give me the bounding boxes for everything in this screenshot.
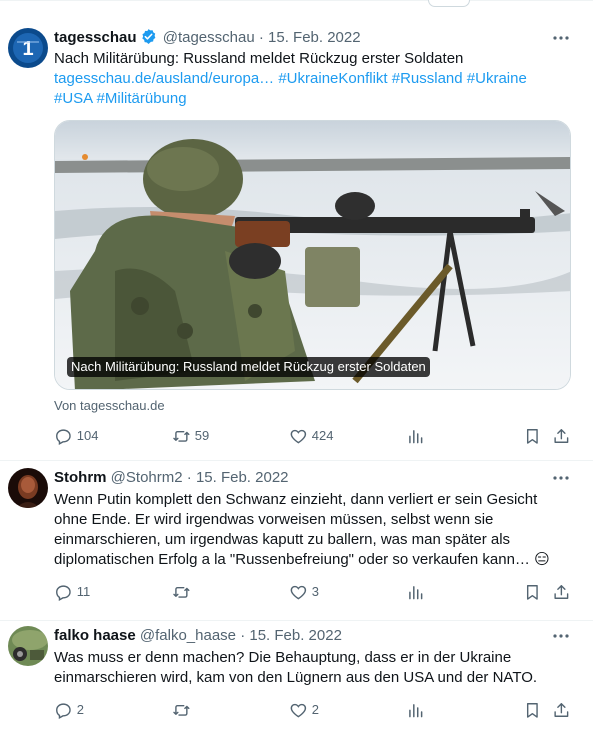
reply-count: 2 [76, 702, 84, 717]
share-button[interactable] [552, 582, 571, 602]
reply-button[interactable]: 104 [54, 426, 98, 446]
reply-icon [56, 585, 71, 601]
like-button[interactable]: 3 [289, 582, 319, 602]
tweet-header: Stohrm @Stohrm2 · 15. Feb. 2022 [54, 468, 553, 488]
author-handle[interactable]: @falko_haase [140, 627, 236, 644]
tweet-text-line: Was muss er denn machen? Die Behauptung,… [54, 649, 512, 666]
tweet-text-fragment: diplomatischen Erfolg a la "Russenbefrei… [54, 551, 530, 568]
tweet-header: tagesschau @tagesschau · 15. Feb. 2022 [54, 28, 553, 48]
tweet-tagesschau[interactable]: 1 tagesschau @tagesschau · 15. Feb. 2022… [0, 8, 593, 461]
reply-icon [56, 703, 71, 719]
tweet-actions: 2 2 [54, 700, 575, 720]
share-icon [554, 702, 569, 717]
svg-text:1: 1 [22, 38, 33, 60]
expressionless-emoji-icon: 😑 [534, 551, 550, 568]
share-button[interactable] [552, 426, 571, 446]
retweet-button[interactable]: 59 [172, 426, 209, 446]
more-icon[interactable] [551, 468, 571, 488]
author-handle[interactable]: @tagesschau [163, 29, 255, 46]
like-icon [290, 703, 307, 718]
author-name[interactable]: tagesschau [54, 29, 137, 46]
like-count: 3 [311, 584, 319, 599]
retweet-icon [173, 430, 190, 442]
retweet-icon [173, 586, 190, 598]
reply-icon [56, 429, 71, 445]
hashtags[interactable]: #USA #Militärübung [54, 90, 187, 107]
hashtags[interactable]: #UkraineKonflikt #Russland #Ukraine [278, 70, 526, 87]
author-name[interactable]: falko haase [54, 627, 136, 644]
article-link[interactable]: tagesschau.de/ausland/europa… [54, 70, 274, 87]
tweet-text-line: Wenn Putin komplett den Schwanz einzieht… [54, 491, 538, 508]
top-divider [0, 0, 593, 1]
reply-button[interactable]: 11 [54, 582, 90, 602]
separator-dot: · [258, 29, 264, 46]
views-icon [409, 703, 423, 717]
more-icon[interactable] [551, 28, 571, 48]
tweet-text-line: Nach Militärübung: Russland meldet Rückz… [54, 50, 464, 67]
tweet-actions: 104 59 424 [54, 426, 575, 446]
tweet-text: Nach Militärübung: Russland meldet Rückz… [54, 49, 575, 109]
tweet-text-line: einmarschieren wird, kam von den Lügnern… [54, 669, 538, 686]
like-button[interactable]: 424 [289, 426, 333, 446]
like-icon [290, 429, 307, 444]
like-count: 2 [311, 702, 319, 717]
separator-dot: · [186, 469, 192, 486]
tweet-header: falko haase @falko_haase · 15. Feb. 2022 [54, 626, 553, 646]
bookmark-button[interactable] [523, 582, 542, 602]
tweet-text-line: einmarschieren, um irgendwas kaputt zu b… [54, 531, 511, 548]
tweet-text: Wenn Putin komplett den Schwanz einzieht… [54, 490, 575, 570]
tweet-text-line: diplomatischen Erfolg a la "Russenbefrei… [54, 550, 575, 570]
reply-count: 11 [76, 584, 91, 599]
reply-button[interactable]: 2 [54, 700, 84, 720]
card-source[interactable]: Von tagesschau.de [54, 396, 165, 416]
bookmark-icon [526, 428, 538, 444]
verified-badge-icon [140, 28, 157, 51]
retweet-icon [173, 704, 190, 716]
tweet-date[interactable]: 15. Feb. 2022 [196, 469, 289, 486]
tweet-stohrm[interactable]: Stohrm @Stohrm2 · 15. Feb. 2022 Wenn Put… [0, 460, 593, 621]
tweet-falko-haase[interactable]: falko haase @falko_haase · 15. Feb. 2022… [0, 620, 593, 734]
retweet-button[interactable] [172, 582, 191, 602]
tweet-text: Was muss er denn machen? Die Behauptung,… [54, 648, 575, 688]
views-button[interactable] [406, 426, 425, 446]
share-button[interactable] [552, 700, 571, 720]
link-card[interactable]: Nach Militärübung: Russland meldet Rückz… [54, 120, 571, 390]
bookmark-button[interactable] [523, 700, 542, 720]
top-edge [0, 0, 593, 8]
views-button[interactable] [406, 582, 425, 602]
bookmark-icon [526, 584, 538, 600]
share-icon [554, 584, 569, 599]
tweet-date[interactable]: 15. Feb. 2022 [249, 627, 342, 644]
share-icon [554, 428, 569, 443]
views-icon [409, 429, 423, 443]
like-count: 424 [311, 428, 334, 443]
bookmark-button[interactable] [523, 426, 542, 446]
separator-dot: · [240, 627, 246, 644]
author-name[interactable]: Stohrm [54, 469, 107, 486]
views-button[interactable] [406, 700, 425, 720]
tweet-hashtags-line: #USA #Militärübung [54, 89, 575, 109]
author-handle[interactable]: @Stohrm2 [111, 469, 183, 486]
retweet-count: 59 [194, 428, 210, 443]
tweet-text-line: ohne Ende. Er wird irgendwas vorweisen m… [54, 511, 494, 528]
card-photo [55, 121, 570, 389]
like-icon [290, 585, 307, 600]
tweet-actions: 11 3 [54, 582, 575, 602]
more-icon[interactable] [551, 626, 571, 646]
avatar-falko-haase[interactable] [8, 626, 48, 666]
views-icon [409, 585, 423, 599]
card-caption: Nach Militärübung: Russland meldet Rückz… [67, 357, 430, 377]
reply-count: 104 [76, 428, 99, 443]
bookmark-icon [526, 702, 538, 718]
avatar-tagesschau[interactable]: 1 [8, 28, 48, 68]
scroll-tab[interactable] [428, 0, 470, 7]
retweet-button[interactable] [172, 700, 191, 720]
tweet-links-line: tagesschau.de/ausland/europa… #UkraineKo… [54, 69, 575, 89]
avatar-stohrm[interactable] [8, 468, 48, 508]
tweet-date[interactable]: 15. Feb. 2022 [268, 29, 361, 46]
like-button[interactable]: 2 [289, 700, 319, 720]
